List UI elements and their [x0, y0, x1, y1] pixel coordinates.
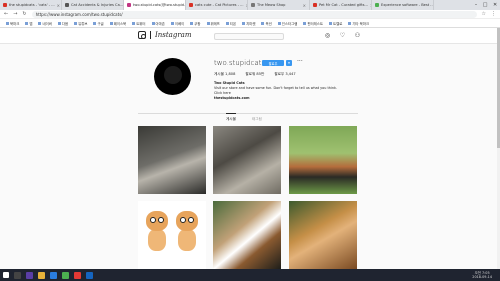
bookmark-item[interactable]: 유튜브	[74, 21, 87, 26]
camera-icon	[138, 31, 146, 39]
instagram-logo[interactable]: Instagram	[138, 31, 192, 39]
favicon-icon	[3, 3, 7, 7]
app-icon[interactable]	[86, 271, 93, 279]
bookmark-item[interactable]: 북마크	[6, 21, 19, 26]
browser-tab[interactable]: Pet Mr Cat - Curated gifts...×	[310, 0, 372, 10]
app-icon[interactable]	[26, 271, 33, 279]
posts-count: 게시물 1,808	[214, 72, 236, 76]
toy-cat-image	[144, 211, 170, 253]
star-icon[interactable]: ☆	[482, 11, 486, 17]
tab-tagged[interactable]: 태그됨	[252, 117, 262, 122]
favicon-icon	[127, 3, 131, 7]
browser-tab[interactable]: the stupidcats - 'cats' - ... ×	[0, 0, 62, 10]
back-icon[interactable]: ←	[4, 11, 8, 17]
browser-tab[interactable]: The Meow Shop ×	[248, 0, 310, 10]
menu-icon[interactable]: ⋮	[491, 11, 496, 17]
favicon-icon	[65, 3, 69, 7]
task-view-icon[interactable]	[14, 271, 21, 279]
bookmark-item[interactable]: 옥션	[261, 21, 271, 26]
tab-title: Cat Accidents & Injuries Ca...	[71, 3, 124, 7]
browser-tab[interactable]: Experience software - Best ...×	[372, 0, 434, 10]
app-icon[interactable]	[50, 271, 57, 279]
post-thumbnail[interactable]	[289, 201, 357, 269]
profile-icon[interactable]: ⚇	[354, 32, 361, 39]
bookmark-item[interactable]: 티몬	[226, 21, 236, 26]
bookmark-item[interactable]: 네이버	[38, 21, 51, 26]
browser-tab[interactable]: cats cute - Cat Pictures - ...×	[186, 0, 248, 10]
profile-username: two.stupidcats	[214, 59, 266, 67]
post-thumbnail[interactable]	[289, 126, 357, 194]
chrome-icon[interactable]	[74, 271, 81, 279]
favicon-icon	[189, 3, 193, 7]
close-tab-icon[interactable]: ×	[303, 3, 306, 8]
clock-date: 2018-09-14	[472, 275, 492, 279]
bookmark-item[interactable]: 앱	[25, 21, 32, 26]
window-controls: – □ ✕	[472, 0, 500, 10]
bookmarks-bar: 북마크 앱 네이버 다음 유튜브 구글 페이스북 트위터 아마존 이베이 쿠팡 위메프 티몬 지마켓 옥션 인…	[0, 19, 500, 28]
bookmark-item[interactable]: 핀터레스트	[303, 21, 323, 26]
more-options-icon[interactable]: ···	[297, 58, 303, 65]
tab-title: Experience software - Best ...	[381, 3, 434, 7]
avatar[interactable]	[154, 58, 191, 95]
post-thumbnail[interactable]	[213, 201, 281, 269]
system-clock[interactable]: 오전 7:05 2018-09-14	[472, 271, 500, 279]
profile-website-link[interactable]: thestupidcats.com	[214, 96, 337, 101]
close-tab-icon[interactable]: ×	[57, 3, 60, 8]
tab-title: two.stupid.cats(@two.stupid...	[133, 3, 186, 7]
close-icon[interactable]: ✕	[493, 2, 497, 8]
maximize-icon[interactable]: □	[483, 2, 488, 8]
browser-tab[interactable]: Cat Accidents & Injuries Ca...×	[62, 0, 124, 10]
windows-start-icon[interactable]	[3, 272, 9, 278]
favicon-icon	[313, 3, 317, 7]
logo-separator	[150, 31, 151, 39]
url-field[interactable]: https://www.instagram.com/two.stupidcats…	[31, 10, 477, 18]
bookmark-item[interactable]: 페이스북	[110, 21, 126, 26]
bookmark-item[interactable]: 이베이	[171, 21, 184, 26]
brand-wordmark: Instagram	[155, 31, 192, 39]
tab-title: The Meow Shop	[257, 3, 286, 7]
tab-bar: the stupidcats - 'cats' - ... × Cat Accide…	[0, 0, 500, 10]
bookmark-item[interactable]: 다음	[58, 21, 68, 26]
bio-text: Visit our store and have some fun. Don't…	[214, 86, 338, 90]
app-icon[interactable]	[62, 271, 69, 279]
chevron-down-icon[interactable]: ▾	[286, 60, 292, 66]
tab-title: the stupidcats - 'cats' - ...	[9, 3, 55, 7]
heart-icon[interactable]: ♡	[339, 32, 346, 39]
taskbar: 오전 7:05 2018-09-14	[0, 269, 500, 281]
post-thumbnail[interactable]	[213, 126, 281, 194]
reload-icon[interactable]: ↻	[22, 11, 26, 17]
bookmark-item[interactable]: 아마존	[152, 21, 165, 26]
favicon-icon	[251, 3, 255, 7]
favicon-icon	[375, 3, 379, 7]
following-count[interactable]: 팔로우 3,447	[274, 72, 295, 77]
profile-stats: 게시물 1,808 팔로워 85만 팔로우 3,447	[214, 72, 296, 77]
bookmark-item[interactable]: 지마켓	[242, 21, 255, 26]
browser-tab[interactable]: two.stupid.cats(@two.stupid...×	[124, 0, 186, 10]
bookmark-item[interactable]: 트렐로	[329, 21, 342, 26]
post-thumbnail[interactable]	[138, 201, 206, 269]
tab-title: Pet Mr Cat - Curated gifts...	[319, 3, 368, 7]
search-input[interactable]	[214, 33, 284, 40]
profile-bio: Two Stupid Cats Visit our store and have…	[214, 81, 337, 101]
bookmark-item[interactable]: 쿠팡	[190, 21, 200, 26]
compass-icon[interactable]: ◎	[324, 32, 331, 39]
bookmark-item[interactable]: 구글	[93, 21, 103, 26]
instagram-header: Instagram ◎ ♡ ⚇	[0, 28, 500, 44]
divider	[138, 113, 358, 114]
bookmark-item[interactable]: 위메프	[207, 21, 220, 26]
toy-cat-image	[174, 211, 200, 253]
minimize-icon[interactable]: –	[475, 2, 478, 8]
follow-button[interactable]: 팔로우	[262, 60, 284, 66]
folder-icon[interactable]	[38, 271, 45, 279]
forward-icon[interactable]: →	[13, 11, 17, 17]
address-bar: ← → ↻ https://www.instagram.com/two.stup…	[0, 10, 500, 19]
profile-tabs: 게시물 태그됨	[226, 113, 262, 122]
post-thumbnail[interactable]	[138, 126, 206, 194]
bookmark-item[interactable]: 트위터	[132, 21, 145, 26]
tab-title: cats cute - Cat Pictures - ...	[195, 3, 244, 7]
tab-posts[interactable]: 게시물	[226, 113, 236, 122]
followers-count[interactable]: 팔로워 85만	[245, 72, 264, 77]
bookmark-item[interactable]: 인스타그램	[278, 21, 298, 26]
bookmark-item[interactable]: 기타 북마크	[348, 21, 369, 26]
